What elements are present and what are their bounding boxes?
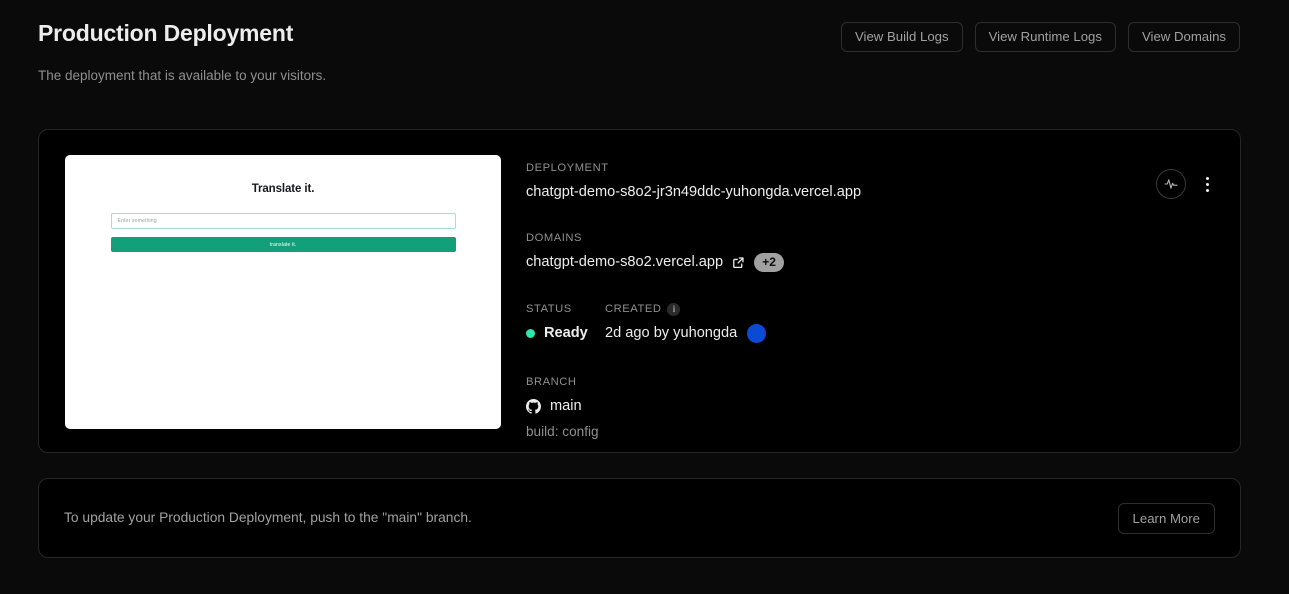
branch-row: main bbox=[526, 396, 1220, 416]
info-icon[interactable]: i bbox=[667, 302, 681, 316]
deployment-url[interactable]: chatgpt-demo-s8o2-jr3n49ddc-yuhongda.ver… bbox=[526, 182, 1220, 202]
header-actions: View Build Logs View Runtime Logs View D… bbox=[840, 22, 1240, 52]
created-label: CREATED bbox=[605, 303, 662, 315]
deployment-preview-thumbnail[interactable]: Translate it. Enter something translate … bbox=[65, 155, 501, 429]
learn-more-button[interactable]: Learn More bbox=[1117, 502, 1215, 534]
branch-block: BRANCH main build: config bbox=[526, 375, 1220, 441]
view-runtime-logs-button[interactable]: View Runtime Logs bbox=[974, 22, 1116, 52]
domain-primary[interactable]: chatgpt-demo-s8o2.vercel.app bbox=[526, 252, 723, 272]
status-indicator-dot bbox=[526, 328, 535, 338]
status-created-block: STATUS Ready CREATED i 2d ago by yuhongd… bbox=[526, 302, 1220, 343]
card-actions bbox=[1156, 169, 1218, 199]
status-value: Ready bbox=[544, 325, 588, 341]
deployment-info: DEPLOYMENT chatgpt-demo-s8o2-jr3n49ddc-y… bbox=[526, 161, 1220, 441]
branch-name[interactable]: main bbox=[550, 396, 582, 416]
preview-input-placeholder: Enter something bbox=[117, 218, 157, 224]
status-label: STATUS bbox=[526, 303, 572, 315]
external-link-icon[interactable] bbox=[732, 256, 745, 269]
view-domains-button[interactable]: View Domains bbox=[1127, 22, 1240, 52]
kebab-dot bbox=[1205, 176, 1209, 180]
activity-pulse-icon-button[interactable] bbox=[1156, 169, 1186, 199]
kebab-dot bbox=[1205, 182, 1209, 186]
deployment-url-block: DEPLOYMENT chatgpt-demo-s8o2-jr3n49ddc-y… bbox=[526, 161, 1220, 202]
preview-translate-button: translate it. bbox=[110, 237, 456, 252]
preview-text-input: Enter something bbox=[110, 213, 456, 229]
domain-extra-count-badge[interactable]: +2 bbox=[754, 252, 785, 272]
branch-sublabel: build: config bbox=[526, 424, 599, 439]
status-column: STATUS Ready bbox=[526, 302, 605, 343]
page-header: Production Deployment The deployment tha… bbox=[38, 18, 1240, 98]
preview-title: Translate it. bbox=[251, 183, 315, 195]
domains-label: DOMAINS bbox=[526, 232, 583, 244]
deployment-card: Translate it. Enter something translate … bbox=[38, 129, 1241, 453]
banner-text: To update your Production Deployment, pu… bbox=[64, 510, 472, 525]
avatar[interactable] bbox=[747, 323, 767, 343]
kebab-dot bbox=[1205, 188, 1209, 192]
update-instructions-banner: To update your Production Deployment, pu… bbox=[38, 478, 1241, 558]
created-value: 2d ago by yuhongda bbox=[605, 325, 738, 341]
page-subtitle: The deployment that is available to your… bbox=[38, 68, 327, 83]
branch-label: BRANCH bbox=[526, 376, 577, 388]
deployment-label: DEPLOYMENT bbox=[526, 162, 609, 174]
preview-button-label: translate it. bbox=[269, 241, 297, 248]
created-column: CREATED i 2d ago by yuhongda bbox=[605, 302, 767, 343]
production-deployment-page: Production Deployment The deployment tha… bbox=[0, 0, 1289, 594]
view-build-logs-button[interactable]: View Build Logs bbox=[840, 22, 963, 52]
kebab-menu-icon-button[interactable] bbox=[1196, 171, 1218, 197]
domains-block: DOMAINS chatgpt-demo-s8o2.vercel.app +2 bbox=[526, 231, 1220, 272]
github-icon bbox=[526, 398, 541, 414]
domain-row: chatgpt-demo-s8o2.vercel.app +2 bbox=[526, 252, 1220, 272]
